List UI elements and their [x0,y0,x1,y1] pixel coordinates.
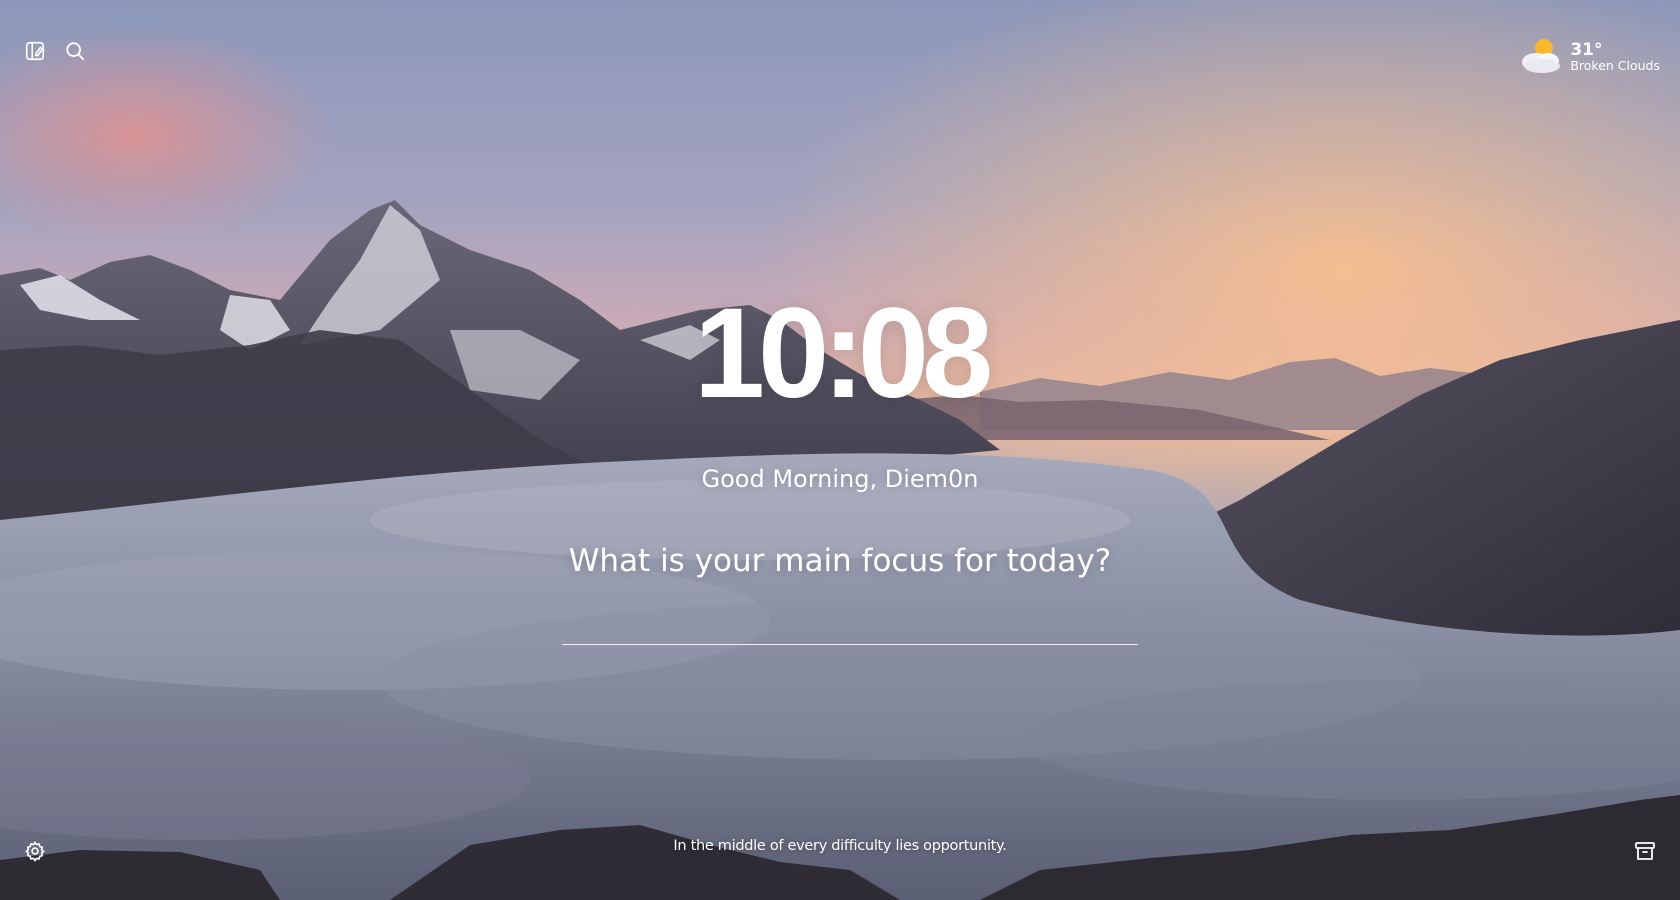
search-icon [66,42,85,61]
weather-description: Broken Clouds [1570,58,1660,74]
mountain-landscape-background [0,0,1680,900]
search-button[interactable] [62,38,88,64]
focus-input[interactable] [562,606,1138,645]
weather-widget[interactable]: 31° Broken Clouds [1514,34,1660,80]
partly-cloudy-icon [1514,34,1564,80]
new-tab-page: 31° Broken Clouds 10:08 Good Morning, Di… [0,0,1680,900]
weather-temperature: 31° [1570,39,1603,60]
archive-button[interactable] [1632,838,1658,864]
archive-icon [1635,842,1655,860]
top-left-toolbar [22,38,88,64]
customize-panel-icon [25,41,45,61]
daily-quote: In the middle of every difficulty lies o… [673,838,1007,854]
weather-text: 31° Broken Clouds [1570,41,1660,73]
customize-panel-button[interactable] [22,38,48,64]
